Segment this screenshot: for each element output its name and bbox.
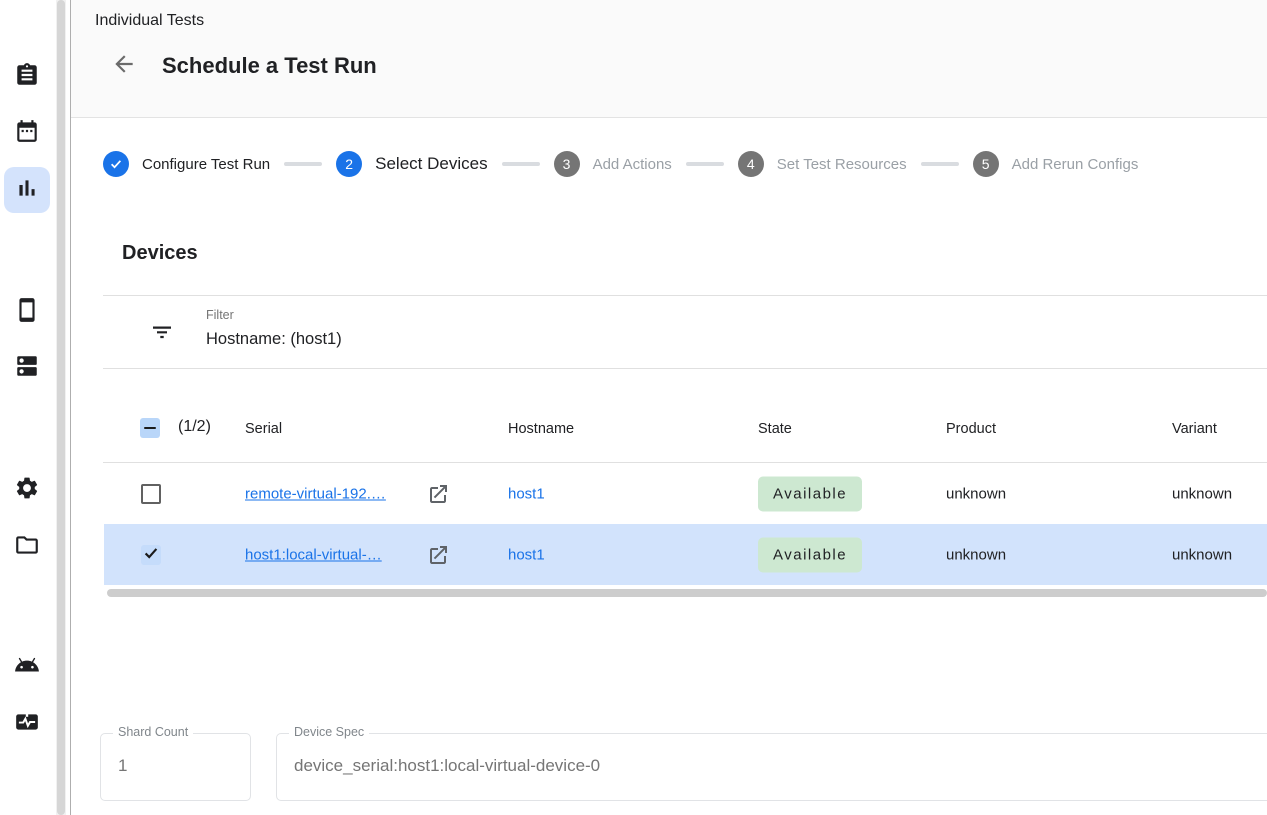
sidebar-item-android[interactable] — [4, 644, 50, 690]
shard-count-field: Shard Count — [100, 733, 251, 801]
step-label: Configure Test Run — [142, 156, 270, 173]
device-spec-input[interactable] — [294, 756, 1267, 776]
smartphone-icon — [14, 297, 40, 328]
devices-heading: Devices — [122, 242, 198, 265]
indeterminate-dash-icon — [144, 427, 156, 430]
open-in-new-button[interactable] — [426, 482, 450, 506]
step-add-rerun-configs[interactable]: 5 Add Rerun Configs — [973, 151, 1139, 177]
state-badge: Available — [758, 537, 862, 572]
step-configure-test-run[interactable]: Configure Test Run — [103, 151, 270, 177]
sidebar-item-clipboard[interactable] — [4, 54, 50, 100]
back-arrow-icon — [111, 64, 137, 81]
vertical-scrollbar-thumb[interactable] — [57, 0, 65, 815]
sidebar-item-bar-chart[interactable] — [4, 167, 50, 213]
sidebar-item-folder[interactable] — [4, 524, 50, 570]
select-all-checkbox[interactable] — [140, 418, 160, 438]
step-5-number: 5 — [973, 151, 999, 177]
variant-value: unknown — [1172, 485, 1232, 502]
open-in-new-icon — [426, 493, 450, 510]
variant-value: unknown — [1172, 546, 1232, 563]
filter-label: Filter — [206, 308, 234, 322]
divider — [103, 368, 1267, 369]
app-window: Individual Tests Schedule a Test Run Con… — [0, 0, 1267, 815]
gear-icon — [14, 475, 40, 506]
shard-count-label: Shard Count — [113, 725, 193, 739]
step-select-devices[interactable]: 2 Select Devices — [336, 151, 487, 177]
hostname-link[interactable]: host1 — [508, 485, 545, 502]
back-button[interactable] — [111, 51, 137, 77]
column-header-hostname: Hostname — [508, 421, 574, 437]
step-add-actions[interactable]: 3 Add Actions — [554, 151, 672, 177]
step-4-number: 4 — [738, 151, 764, 177]
divider — [103, 295, 1267, 296]
sidebar-item-pulse[interactable] — [4, 701, 50, 747]
sidebar-item-storage[interactable] — [4, 345, 50, 391]
open-in-new-icon — [426, 554, 450, 571]
step-connector — [284, 162, 322, 166]
row-checkbox[interactable] — [141, 484, 161, 504]
column-header-state: State — [758, 421, 792, 437]
product-value: unknown — [946, 485, 1006, 502]
selection-count: (1/2) — [178, 418, 211, 436]
state-badge: Available — [758, 476, 862, 511]
android-icon — [14, 652, 40, 683]
bar-chart-icon — [14, 175, 40, 206]
step-3-number: 3 — [554, 151, 580, 177]
hostname-link[interactable]: host1 — [508, 546, 545, 563]
step-label: Add Actions — [593, 156, 672, 173]
column-header-serial: Serial — [245, 421, 282, 437]
step-label: Add Rerun Configs — [1012, 156, 1139, 173]
sidebar-item-smartphone[interactable] — [4, 289, 50, 335]
column-header-variant: Variant — [1172, 421, 1217, 437]
step-set-test-resources[interactable]: 4 Set Test Resources — [738, 151, 907, 177]
pulse-icon — [14, 709, 40, 740]
checkmark-icon — [142, 544, 160, 566]
device-serial-link[interactable]: host1:local-virtual-… — [245, 546, 382, 563]
step-connector — [686, 162, 724, 166]
content-left-border — [70, 0, 71, 815]
shard-count-input[interactable] — [118, 756, 237, 776]
table-row[interactable]: host1:local-virtual-… host1 Available un… — [104, 524, 1267, 585]
device-spec-label: Device Spec — [289, 725, 369, 739]
column-header-product: Product — [946, 421, 996, 437]
filter-list-icon — [150, 331, 174, 348]
folder-icon — [14, 532, 40, 563]
filter-input[interactable] — [206, 330, 1106, 349]
step-connector — [502, 162, 540, 166]
row-checkbox[interactable] — [141, 545, 161, 565]
storage-icon — [14, 353, 40, 384]
horizontal-scrollbar-thumb[interactable] — [107, 589, 1267, 597]
stepper: Configure Test Run 2 Select Devices 3 Ad… — [103, 148, 1138, 180]
sidebar — [0, 0, 56, 815]
device-spec-field: Device Spec — [276, 733, 1267, 801]
step-1-check-icon — [103, 151, 129, 177]
step-connector — [921, 162, 959, 166]
table-row[interactable]: remote-virtual-192.… host1 Available unk… — [104, 463, 1267, 524]
calendar-icon — [14, 118, 40, 149]
page-title: Schedule a Test Run — [162, 53, 377, 79]
breadcrumb: Individual Tests — [95, 12, 204, 30]
device-serial-link[interactable]: remote-virtual-192.… — [245, 485, 386, 502]
step-label: Set Test Resources — [777, 156, 907, 173]
page-header: Individual Tests Schedule a Test Run — [71, 0, 1267, 118]
sidebar-item-calendar[interactable] — [4, 110, 50, 156]
step-2-number: 2 — [336, 151, 362, 177]
step-label: Select Devices — [375, 154, 487, 174]
clipboard-icon — [14, 62, 40, 93]
open-in-new-button[interactable] — [426, 543, 450, 567]
sidebar-item-settings[interactable] — [4, 467, 50, 513]
filter-button[interactable] — [150, 320, 174, 344]
product-value: unknown — [946, 546, 1006, 563]
